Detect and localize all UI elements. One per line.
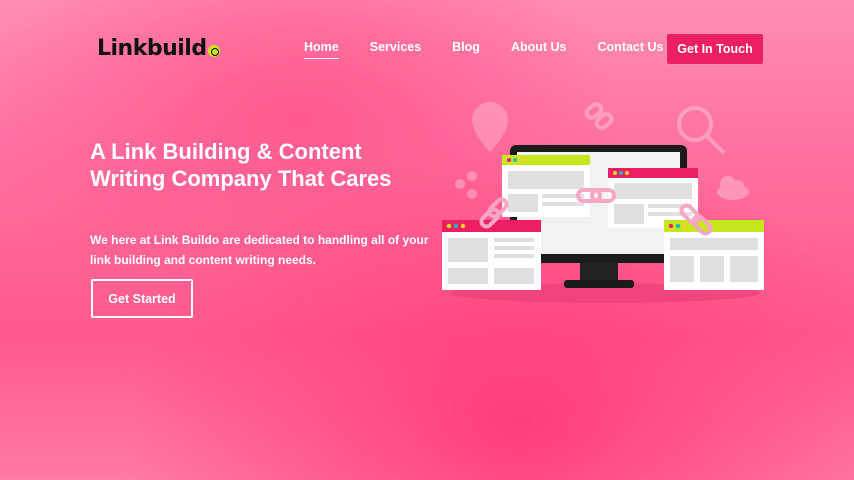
nav-blog[interactable]: Blog bbox=[452, 40, 480, 59]
browser-window-bottom-right bbox=[664, 220, 764, 290]
logo-text: Linkbuild bbox=[97, 36, 207, 61]
hero-illustration bbox=[442, 102, 764, 303]
chain-link-icon bbox=[584, 102, 614, 130]
nav-services[interactable]: Services bbox=[370, 40, 421, 59]
cloud-icon bbox=[717, 176, 749, 200]
browser-window-bottom-left bbox=[442, 220, 541, 290]
get-started-button[interactable]: Get Started bbox=[91, 279, 193, 318]
share-icon bbox=[455, 171, 477, 199]
get-in-touch-button[interactable]: Get In Touch bbox=[666, 33, 764, 65]
hero-subtitle: We here at Link Buildo are dedicated to … bbox=[90, 233, 429, 267]
nav-contact-us[interactable]: Contact Us bbox=[598, 40, 664, 59]
main-nav: Home Services Blog About Us Contact Us bbox=[304, 40, 695, 59]
logo-link-icon bbox=[207, 44, 220, 57]
browser-window-top-left bbox=[502, 155, 590, 217]
location-pin-icon bbox=[472, 102, 508, 152]
analytics-search-icon bbox=[677, 106, 726, 155]
logo[interactable]: Linkbuild bbox=[97, 36, 220, 61]
hero-title: A Link Building & Content Writing Compan… bbox=[90, 139, 392, 191]
browser-window-top-right bbox=[608, 168, 698, 228]
nav-home[interactable]: Home bbox=[304, 40, 339, 59]
nav-about-us[interactable]: About Us bbox=[511, 40, 567, 59]
